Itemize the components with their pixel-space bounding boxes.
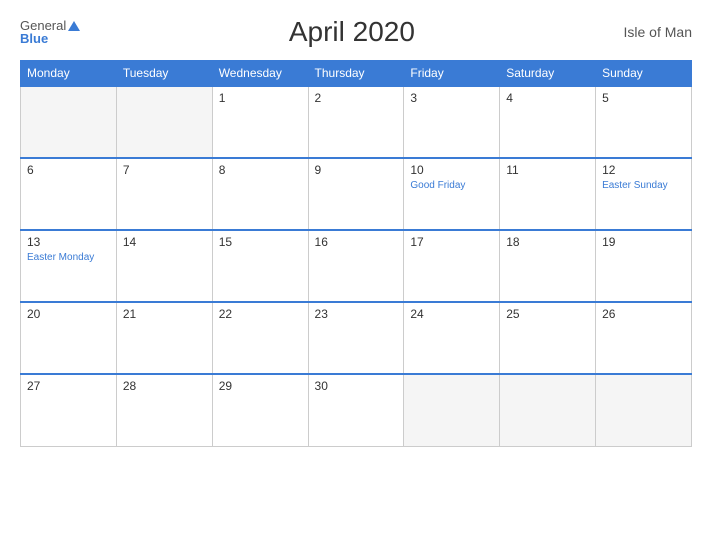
calendar-table: MondayTuesdayWednesdayThursdayFridaySatu… [20, 60, 692, 447]
holiday-label: Easter Sunday [602, 179, 685, 192]
day-number: 29 [219, 379, 302, 393]
calendar-cell: 10 Good Friday [404, 158, 500, 230]
calendar-cell: 20 [21, 302, 117, 374]
holiday-label: Easter Monday [27, 251, 110, 264]
day-number: 30 [315, 379, 398, 393]
calendar-cell: 3 [404, 86, 500, 158]
day-number: 20 [27, 307, 110, 321]
region-label: Isle of Man [624, 24, 692, 40]
weekday-header-row: MondayTuesdayWednesdayThursdayFridaySatu… [21, 61, 692, 87]
calendar-cell: 4 [500, 86, 596, 158]
day-number: 14 [123, 235, 206, 249]
calendar-cell: 26 [596, 302, 692, 374]
calendar-cell: 5 [596, 86, 692, 158]
day-number: 4 [506, 91, 589, 105]
calendar-cell [596, 374, 692, 446]
month-title: April 2020 [289, 16, 415, 48]
day-number: 10 [410, 163, 493, 177]
weekday-header-sunday: Sunday [596, 61, 692, 87]
calendar-cell: 8 [212, 158, 308, 230]
calendar-cell: 24 [404, 302, 500, 374]
weekday-header-wednesday: Wednesday [212, 61, 308, 87]
calendar-cell: 15 [212, 230, 308, 302]
calendar-cell [500, 374, 596, 446]
calendar-week-row: 12345 [21, 86, 692, 158]
calendar-cell: 30 [308, 374, 404, 446]
calendar-week-row: 20 21 22 23 24 25 26 [21, 302, 692, 374]
calendar-cell: 14 [116, 230, 212, 302]
calendar-cell: 9 [308, 158, 404, 230]
day-number: 11 [506, 163, 589, 177]
day-number: 26 [602, 307, 685, 321]
calendar-cell: 28 [116, 374, 212, 446]
calendar-cell: 13 Easter Monday [21, 230, 117, 302]
calendar-cell: 21 [116, 302, 212, 374]
calendar-cell: 1 [212, 86, 308, 158]
calendar-cell: 19 [596, 230, 692, 302]
calendar-cell: 23 [308, 302, 404, 374]
calendar-cell: 16 [308, 230, 404, 302]
day-number: 3 [410, 91, 493, 105]
calendar-cell: 17 [404, 230, 500, 302]
day-number: 16 [315, 235, 398, 249]
calendar-cell: 18 [500, 230, 596, 302]
day-number: 24 [410, 307, 493, 321]
day-number: 2 [315, 91, 398, 105]
holiday-label: Good Friday [410, 179, 493, 192]
weekday-header-monday: Monday [21, 61, 117, 87]
day-number: 19 [602, 235, 685, 249]
day-number: 5 [602, 91, 685, 105]
weekday-header-tuesday: Tuesday [116, 61, 212, 87]
logo: General Blue [20, 19, 80, 45]
weekday-header-friday: Friday [404, 61, 500, 87]
calendar-cell [116, 86, 212, 158]
day-number: 8 [219, 163, 302, 177]
day-number: 21 [123, 307, 206, 321]
calendar-cell [21, 86, 117, 158]
day-number: 1 [219, 91, 302, 105]
calendar-week-row: 13 Easter Monday 14 15 16 17 18 19 [21, 230, 692, 302]
calendar-cell: 22 [212, 302, 308, 374]
calendar-cell: 7 [116, 158, 212, 230]
day-number: 9 [315, 163, 398, 177]
day-number: 22 [219, 307, 302, 321]
day-number: 15 [219, 235, 302, 249]
calendar-cell: 2 [308, 86, 404, 158]
calendar-week-row: 6789 10 Good Friday 11 12 Easter Sunday [21, 158, 692, 230]
calendar-cell: 6 [21, 158, 117, 230]
day-number: 17 [410, 235, 493, 249]
calendar-cell [404, 374, 500, 446]
day-number: 27 [27, 379, 110, 393]
calendar-container: General Blue April 2020 Isle of Man Mond… [0, 0, 712, 550]
logo-blue-text: Blue [20, 32, 48, 45]
calendar-week-row: 27 28 29 30 [21, 374, 692, 446]
calendar-cell: 29 [212, 374, 308, 446]
day-number: 12 [602, 163, 685, 177]
day-number: 18 [506, 235, 589, 249]
day-number: 25 [506, 307, 589, 321]
day-number: 28 [123, 379, 206, 393]
calendar-cell: 27 [21, 374, 117, 446]
day-number: 7 [123, 163, 206, 177]
calendar-header: General Blue April 2020 Isle of Man [20, 16, 692, 48]
calendar-cell: 12 Easter Sunday [596, 158, 692, 230]
day-number: 23 [315, 307, 398, 321]
weekday-header-thursday: Thursday [308, 61, 404, 87]
calendar-cell: 25 [500, 302, 596, 374]
calendar-cell: 11 [500, 158, 596, 230]
day-number: 6 [27, 163, 110, 177]
weekday-header-saturday: Saturday [500, 61, 596, 87]
logo-triangle-icon [68, 21, 80, 31]
day-number: 13 [27, 235, 110, 249]
